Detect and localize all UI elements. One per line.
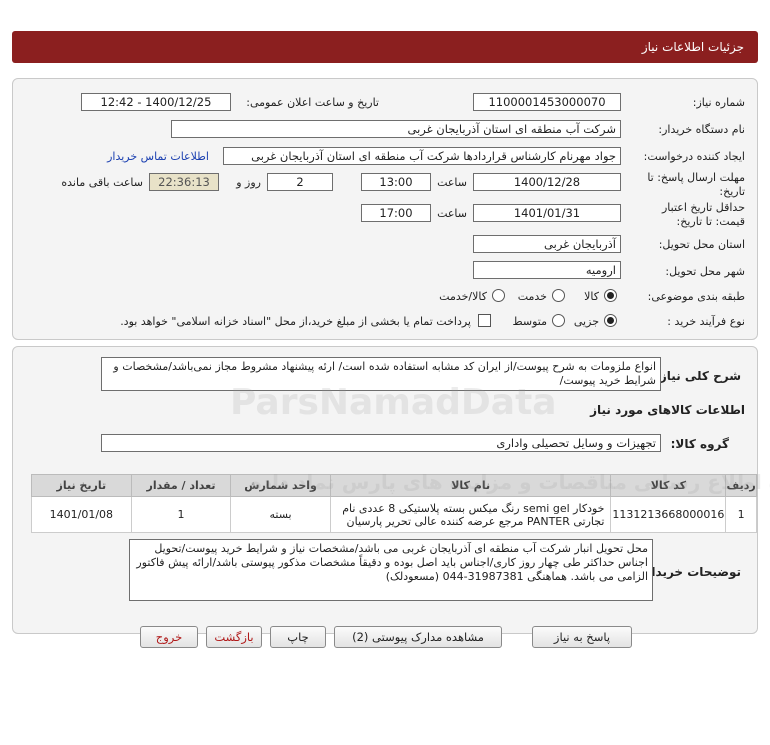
goods-info-label: اطلاعات کالاهای مورد نیاز [590, 403, 745, 417]
announce-field: 1400/12/25 - 12:42 [81, 93, 231, 111]
category-radio-goods-service[interactable] [492, 289, 505, 302]
buyer-notes-label: توضیحات خریدار: [639, 565, 741, 579]
col-name: نام کالا [329, 474, 612, 497]
need-number-label: شماره نیاز: [692, 96, 745, 109]
requester-field: جواد مهرنام کارشناس قراردادها شرکت آب من… [223, 147, 621, 165]
buyer-notes-box: محل تحویل انبار شرکت آب منطقه ای آذربایج… [129, 539, 653, 601]
remaining-label: ساعت باقی مانده [61, 176, 143, 189]
announce-label: تاریخ و ساعت اعلان عمومی: [246, 96, 379, 109]
general-desc-box: انواع ملزومات به شرح پیوست/از ایران کد م… [101, 357, 661, 391]
page: جزئیات اطلاعات نیاز شماره نیاز: 11000014… [0, 0, 770, 745]
buyer-org-field: شرکت آب منطقه ای استان آذربایجان غربی [171, 120, 621, 138]
process-radio-minor[interactable] [604, 314, 617, 327]
cell-qty: 1 [130, 496, 232, 533]
buyer-contact-link[interactable]: اطلاعات تماس خریدار [107, 150, 209, 163]
category-radio-service[interactable] [552, 289, 565, 302]
page-title-bar: جزئیات اطلاعات نیاز [12, 31, 758, 63]
table-row: 1 1131213668000016 خودکار semi gel رنگ م… [31, 496, 757, 533]
group-field: تجهیزات و وسایل تحصیلی واداری [101, 434, 661, 452]
deadline-label-1: مهلت ارسال پاسخ: تا [647, 171, 745, 184]
print-button[interactable]: چاپ [270, 626, 326, 648]
validity-time-label: ساعت [437, 207, 467, 220]
province-field: آذربایجان غربی [473, 235, 621, 253]
category-option-goods: کالا [584, 290, 599, 303]
cell-row: 1 [725, 496, 757, 533]
process-option-minor: جزیی [573, 315, 599, 328]
cell-unit: بسته [230, 496, 331, 533]
buyer-org-label: نام دستگاه خریدار: [658, 123, 745, 136]
treasury-payment-checkbox[interactable] [478, 314, 491, 327]
goods-table-header: ردیف کد کالا نام کالا واحد شمارش تعداد /… [31, 474, 757, 497]
goods-table: ردیف کد کالا نام کالا واحد شمارش تعداد /… [31, 474, 757, 533]
validity-date-field: 1401/01/31 [473, 204, 621, 222]
deadline-time-label: ساعت [437, 176, 467, 189]
validity-time-field: 17:00 [361, 204, 431, 222]
deadline-time-field: 13:00 [361, 173, 431, 191]
process-radio-medium[interactable] [552, 314, 565, 327]
need-details-panel: شرح کلی نیاز: انواع ملزومات به شرح پیوست… [12, 346, 758, 634]
city-label: شهر محل تحویل: [665, 265, 745, 278]
category-option-goods-service: کالا/خدمت [439, 290, 487, 303]
validity-label-2: قیمت: تا تاریخ: [676, 215, 745, 228]
validity-label-1: حداقل تاریخ اعتبار [661, 201, 745, 214]
col-date: تاریخ نیاز [31, 474, 132, 497]
col-qty: تعداد / مقدار [130, 474, 232, 497]
back-button[interactable]: بازگشت [206, 626, 262, 648]
view-attachments-button[interactable]: مشاهده مدارک پیوستی (2) [334, 626, 502, 648]
need-number-field: 1100001453000070 [473, 93, 621, 111]
col-code: کد کالا [610, 474, 727, 497]
page-title: جزئیات اطلاعات نیاز [641, 40, 744, 54]
need-info-panel: شماره نیاز: 1100001453000070 تاریخ و ساع… [12, 78, 758, 340]
exit-button[interactable]: خروج [140, 626, 198, 648]
col-unit: واحد شمارش [230, 474, 331, 497]
col-row: ردیف [725, 474, 757, 497]
cell-name: خودکار semi gel رنگ میکس بسته پلاستیکی 8… [329, 496, 612, 533]
cell-code: 1131213668000016 [610, 496, 727, 533]
days-label: روز و [236, 176, 261, 189]
deadline-label-2: تاریخ: [719, 185, 745, 198]
province-label: استان محل تحویل: [658, 238, 745, 251]
treasury-payment-note: پرداخت تمام یا بخشی از مبلغ خرید،از محل … [120, 315, 471, 328]
city-field: ارومیه [473, 261, 621, 279]
remaining-time-field: 22:36:13 [149, 173, 219, 191]
process-option-medium: متوسط [512, 315, 547, 328]
deadline-date-field: 1400/12/28 [473, 173, 621, 191]
reply-button[interactable]: پاسخ به نیاز [532, 626, 632, 648]
days-field: 2 [267, 173, 333, 191]
category-option-service: خدمت [517, 290, 547, 303]
process-label: نوع فرآیند خرید : [667, 315, 745, 328]
group-label: گروه کالا: [670, 437, 729, 451]
cell-date: 1401/01/08 [31, 496, 132, 533]
category-radio-goods[interactable] [604, 289, 617, 302]
category-label: طبقه بندی موضوعی: [647, 290, 745, 303]
requester-label: ایجاد کننده درخواست: [643, 150, 745, 163]
general-desc-label: شرح کلی نیاز: [655, 369, 741, 383]
